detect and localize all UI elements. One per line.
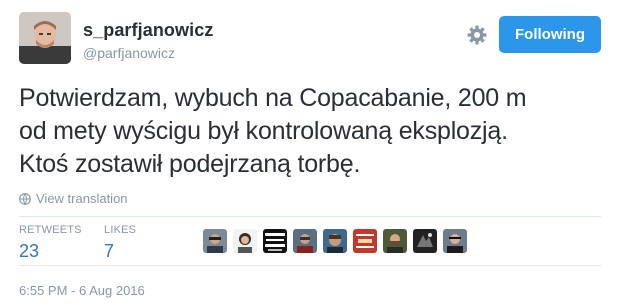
likes-label: LIKES — [104, 224, 137, 236]
gear-icon[interactable] — [466, 24, 488, 46]
retweets-stat[interactable]: RETWEETS 23 — [19, 224, 82, 261]
avatar[interactable] — [19, 12, 71, 64]
liker-avatar[interactable] — [203, 229, 227, 253]
view-translation-link[interactable]: View translation — [19, 191, 128, 206]
liker-avatar[interactable] — [263, 229, 287, 253]
likes-count: 7 — [104, 241, 115, 261]
username[interactable]: @parfjanowicz — [83, 45, 175, 61]
liker-avatar[interactable] — [443, 229, 467, 253]
divider — [19, 265, 601, 266]
globe-icon — [19, 192, 31, 205]
liker-avatar[interactable] — [413, 229, 437, 253]
liker-avatar[interactable] — [293, 229, 317, 253]
view-translation-label: View translation — [36, 191, 128, 206]
tweet-text-line: Potwierdzam, wybuch na Copacabanie, 200 … — [19, 84, 527, 112]
timestamp[interactable]: 6:55 PM - 6 Aug 2016 — [19, 283, 145, 298]
likes-stat[interactable]: LIKES 7 — [104, 224, 136, 261]
liker-avatar[interactable] — [383, 229, 407, 253]
liker-avatars — [203, 229, 473, 253]
following-button[interactable]: Following — [499, 16, 601, 53]
tweet-text: Potwierdzam, wybuch na Copacabanie, 200 … — [19, 82, 604, 181]
liker-avatar[interactable] — [233, 229, 257, 253]
tweet-text-line: Ktoś zostawił podejrzaną torbę. — [19, 150, 361, 178]
retweets-count: 23 — [19, 241, 40, 261]
tweet-card: s_parfjanowicz @parfjanowicz Following P… — [0, 0, 620, 305]
retweets-label: RETWEETS — [19, 224, 82, 236]
tweet-text-line: od mety wyścigu był kontrolowaną eksploz… — [19, 117, 508, 145]
divider — [19, 216, 601, 217]
liker-avatar[interactable] — [323, 229, 347, 253]
liker-avatar[interactable] — [353, 229, 377, 253]
display-name[interactable]: s_parfjanowicz — [83, 20, 213, 41]
